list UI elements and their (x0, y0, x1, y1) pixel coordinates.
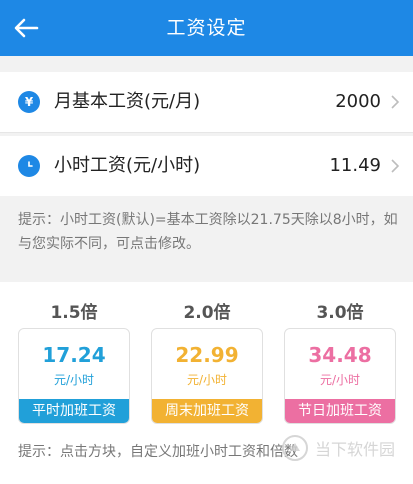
overtime-rate-value: 17.24 (42, 343, 106, 367)
hourly-wage-value: 11.49 (329, 155, 381, 176)
watermark-logo-icon (281, 435, 308, 461)
weekday-overtime-card[interactable]: 17.24 元/小时 平时加班工资 (18, 328, 130, 424)
clock-hands (28, 161, 33, 167)
overtime-section: 1.5倍 17.24 元/小时 平时加班工资 2.0倍 22.99 元/小时 周… (0, 282, 413, 484)
weekend-overtime-card[interactable]: 22.99 元/小时 周末加班工资 (151, 328, 263, 424)
overtime-column-holiday: 3.0倍 34.48 元/小时 节日加班工资 (284, 282, 396, 424)
yen-icon: ¥ (18, 91, 40, 113)
monthly-salary-label: 月基本工资(元/月) (54, 91, 201, 112)
watermark: 当下软件园 (281, 434, 395, 462)
overtime-type-label: 周末加班工资 (152, 399, 262, 423)
watermark-text: 当下软件园 (314, 440, 395, 459)
hourly-wage-row[interactable]: 小时工资(元/小时) 11.49 (0, 136, 413, 196)
overtime-column-weekday: 1.5倍 17.24 元/小时 平时加班工资 (18, 282, 130, 424)
overtime-multiplier: 1.5倍 (50, 303, 98, 323)
divider (0, 132, 413, 133)
overtime-column-weekend: 2.0倍 22.99 元/小时 周末加班工资 (151, 282, 263, 424)
overtime-rate-value: 34.48 (308, 343, 372, 367)
overtime-multiplier: 3.0倍 (316, 303, 364, 323)
overtime-rate-unit: 元/小时 (186, 373, 228, 387)
monthly-salary-row[interactable]: ¥ 月基本工资(元/月) 2000 (0, 72, 413, 132)
page-title: 工资设定 (166, 17, 247, 39)
hourly-wage-label: 小时工资(元/小时) (54, 155, 201, 176)
overtime-rate-value: 22.99 (175, 343, 239, 367)
clock-icon (18, 155, 40, 177)
app-header: 工资设定 (0, 0, 413, 56)
hourly-wage-hint: 提示：小时工资(默认)=基本工资除以21.75天除以8小时，如与您实际不同，可点… (18, 212, 398, 252)
monthly-salary-value: 2000 (335, 91, 381, 112)
overtime-type-label: 平时加班工资 (19, 399, 129, 423)
overtime-multiplier: 2.0倍 (183, 303, 231, 323)
holiday-overtime-card[interactable]: 34.48 元/小时 节日加班工资 (284, 328, 396, 424)
chevron-right-icon (391, 95, 400, 109)
chevron-right-icon (391, 159, 400, 173)
overtime-rate-unit: 元/小时 (53, 373, 95, 387)
overtime-rate-unit: 元/小时 (319, 373, 361, 387)
overtime-type-label: 节日加班工资 (285, 399, 395, 423)
